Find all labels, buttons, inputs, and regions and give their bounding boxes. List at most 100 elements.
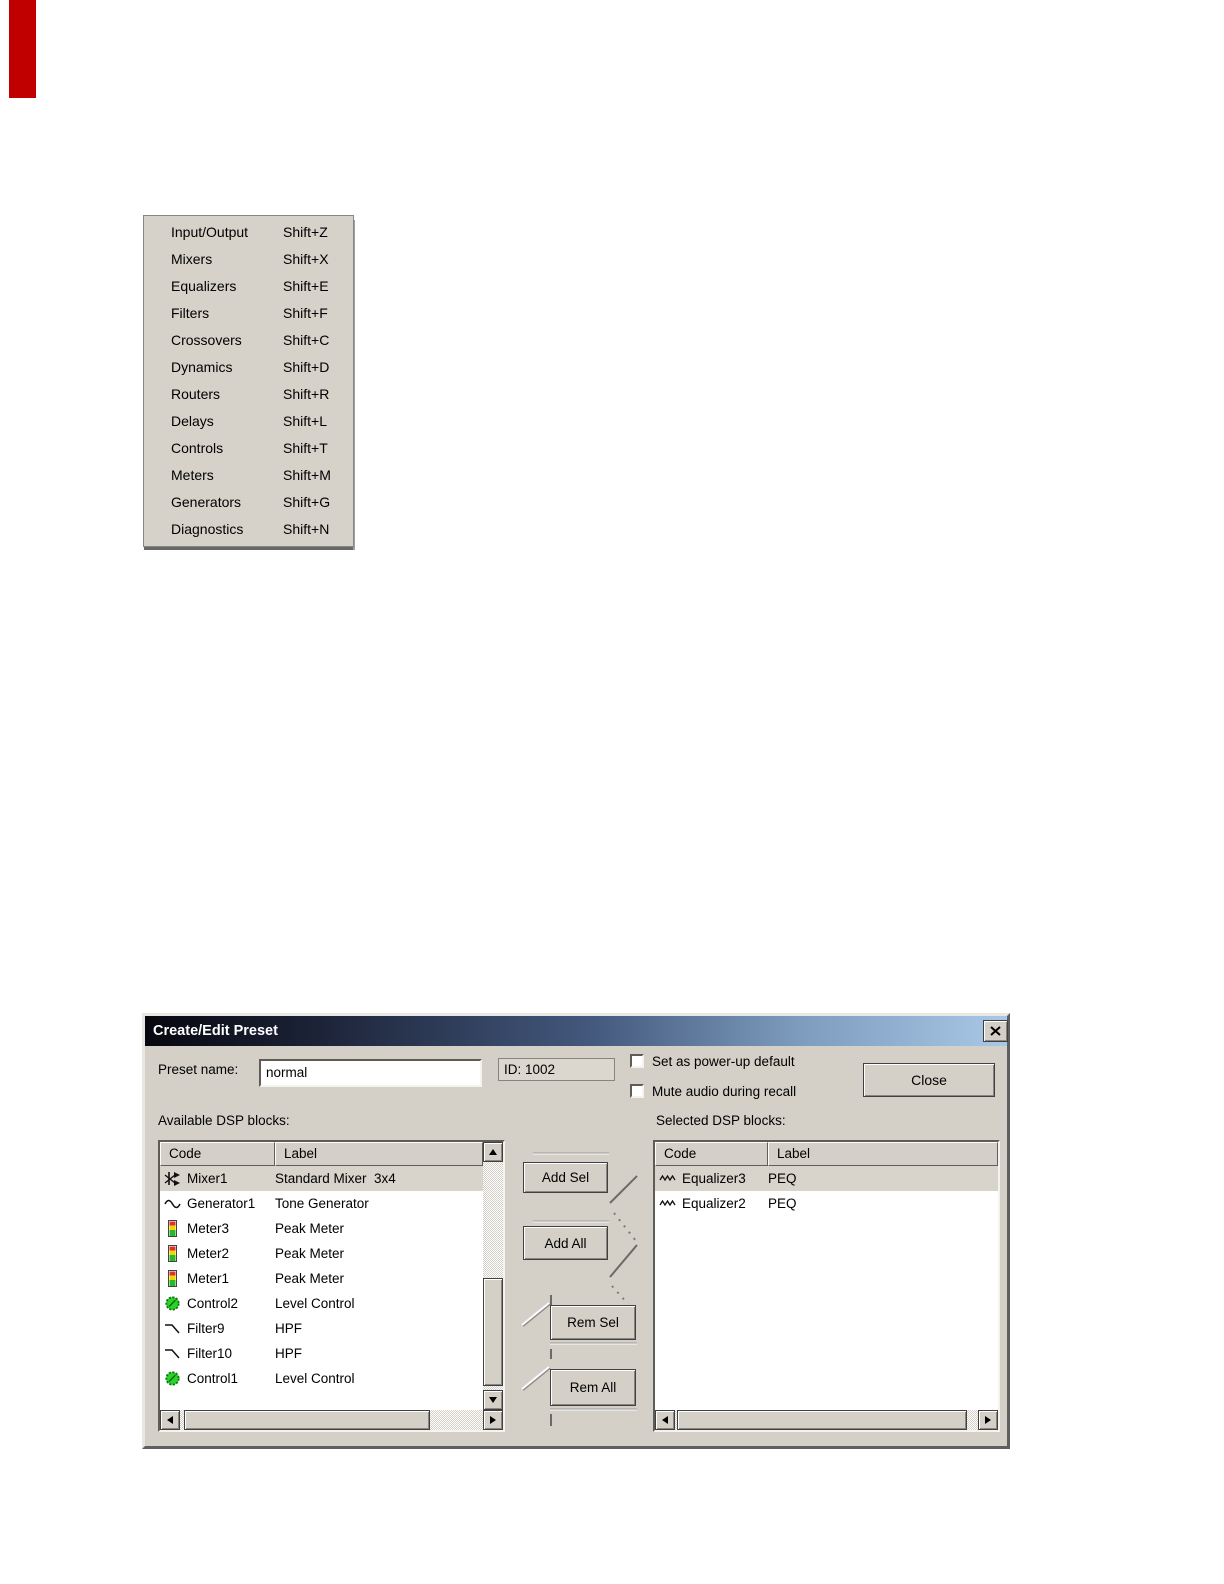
power-up-default-label: Set as power-up default [652, 1053, 795, 1069]
filter-icon [164, 1320, 181, 1337]
add-all-button[interactable]: Add All [523, 1226, 608, 1260]
row-label: HPF [275, 1321, 302, 1336]
meter-icon [164, 1270, 181, 1287]
rem-all-button[interactable]: Rem All [550, 1369, 636, 1406]
menu-item-input-output[interactable]: Input/Output Shift+Z [144, 219, 353, 246]
list-row-generator1[interactable]: Generator1 Tone Generator [160, 1191, 483, 1216]
triangle-right-icon [985, 1416, 991, 1424]
row-label: Peak Meter [275, 1246, 345, 1261]
list-row-control2[interactable]: Control2 Level Control [160, 1291, 483, 1316]
selected-hscroll-thumb[interactable] [677, 1410, 967, 1430]
menu-item-mixers[interactable]: Mixers Shift+X [144, 246, 353, 273]
menu-item-filters[interactable]: Filters Shift+F [144, 300, 353, 327]
menu-item-equalizers[interactable]: Equalizers Shift+E [144, 273, 353, 300]
scroll-right-button[interactable] [978, 1410, 998, 1430]
row-code: Mixer1 [187, 1171, 228, 1186]
create-edit-preset-dialog: Create/Edit Preset Preset name: normal I… [142, 1013, 1010, 1449]
menu-item-shortcut: Shift+L [283, 413, 327, 429]
list-row-equalizer3[interactable]: Equalizer3 PEQ [655, 1166, 998, 1191]
meter-icon [164, 1245, 181, 1262]
available-label-header[interactable]: Label [275, 1142, 483, 1166]
menu-item-label: Dynamics [171, 359, 233, 375]
menu-item-shortcut: Shift+M [283, 467, 331, 483]
menu-item-shortcut: Shift+C [283, 332, 330, 348]
menu-item-shortcut: Shift+N [283, 521, 330, 537]
available-code-header[interactable]: Code [160, 1142, 275, 1166]
add-sel-button[interactable]: Add Sel [523, 1162, 608, 1193]
menu-item-label: Generators [171, 494, 242, 510]
scroll-left-button[interactable] [655, 1410, 675, 1430]
menu-item-shortcut: Shift+G [283, 494, 331, 510]
selected-label-header[interactable]: Label [768, 1142, 998, 1166]
triangle-down-icon [489, 1397, 497, 1403]
row-code: Control1 [187, 1371, 239, 1386]
row-code: Meter3 [187, 1221, 230, 1236]
row-label: Level Control [275, 1371, 355, 1386]
power-up-default-option: Set as power-up default [630, 1053, 795, 1069]
list-row-mixer1[interactable]: Mixer1 Standard Mixer 3x4 [160, 1166, 483, 1191]
dialog-titlebar[interactable]: Create/Edit Preset [145, 1016, 1008, 1046]
menu-item-delays[interactable]: Delays Shift+L [144, 408, 353, 435]
mixer-icon [164, 1170, 181, 1187]
preset-id-field: ID: 1002 [498, 1058, 615, 1081]
menu-item-label: Delays [171, 413, 214, 429]
row-label: Peak Meter [275, 1221, 345, 1236]
menu-item-generators[interactable]: Generators Shift+G [144, 489, 353, 516]
preset-name-input[interactable]: normal [259, 1059, 482, 1087]
rem-sel-button[interactable]: Rem Sel [550, 1305, 636, 1340]
menu-item-label: Meters [171, 467, 214, 483]
list-row-meter3[interactable]: Meter3 Peak Meter [160, 1216, 483, 1241]
row-label: Peak Meter [275, 1271, 345, 1286]
selected-dsp-list: Code Label Equalizer3 PEQ Equalizer2 PEQ [653, 1140, 1000, 1432]
preset-name-label: Preset name: [158, 1062, 239, 1077]
scroll-right-button[interactable] [483, 1410, 503, 1430]
row-code: Equalizer2 [682, 1196, 746, 1211]
list-row-meter1[interactable]: Meter1 Peak Meter [160, 1266, 483, 1291]
close-button[interactable]: Close [863, 1063, 995, 1097]
filter-icon [164, 1345, 181, 1362]
available-vscroll-thumb[interactable] [483, 1278, 503, 1386]
mute-audio-label: Mute audio during recall [652, 1083, 797, 1099]
list-row-control1[interactable]: Control1 Level Control [160, 1366, 483, 1391]
selected-code-header[interactable]: Code [655, 1142, 768, 1166]
menu-item-dynamics[interactable]: Dynamics Shift+D [144, 354, 353, 381]
list-row-meter2[interactable]: Meter2 Peak Meter [160, 1241, 483, 1266]
menu-item-crossovers[interactable]: Crossovers Shift+C [144, 327, 353, 354]
close-icon[interactable] [983, 1020, 1008, 1042]
menu-item-meters[interactable]: Meters Shift+M [144, 462, 353, 489]
red-page-marker [9, 0, 36, 98]
list-row-filter10[interactable]: Filter10 HPF [160, 1341, 483, 1366]
menu-item-label: Controls [171, 440, 224, 456]
menu-item-shortcut: Shift+T [283, 440, 328, 456]
menu-item-shortcut: Shift+E [283, 278, 329, 294]
mute-audio-checkbox[interactable] [630, 1084, 644, 1098]
triangle-left-icon [167, 1416, 173, 1424]
menu-item-label: Equalizers [171, 278, 237, 294]
dsp-blocks-context-menu: Input/Output Shift+Z Mixers Shift+X Equalize… [143, 215, 354, 547]
menu-item-label: Crossovers [171, 332, 242, 348]
menu-item-label: Filters [171, 305, 210, 321]
list-row-equalizer2[interactable]: Equalizer2 PEQ [655, 1191, 998, 1216]
available-hscroll-thumb[interactable] [184, 1410, 430, 1430]
selected-dsp-label: Selected DSP blocks: [656, 1113, 786, 1128]
scroll-down-button[interactable] [483, 1390, 503, 1410]
menu-item-label: Routers [171, 386, 221, 402]
document-page: Input/Output Shift+Z Mixers Shift+X Equalize… [0, 0, 1224, 1584]
meter-icon [164, 1220, 181, 1237]
x-glyph [990, 1026, 1001, 1036]
menu-item-shortcut: Shift+R [283, 386, 330, 402]
scroll-left-button[interactable] [160, 1410, 180, 1430]
mute-audio-option: Mute audio during recall [630, 1083, 796, 1099]
row-code: Equalizer3 [682, 1171, 746, 1186]
menu-item-label: Diagnostics [171, 521, 244, 537]
menu-item-controls[interactable]: Controls Shift+T [144, 435, 353, 462]
row-label: HPF [275, 1346, 302, 1361]
row-code: Meter1 [187, 1271, 230, 1286]
menu-item-routers[interactable]: Routers Shift+R [144, 381, 353, 408]
triangle-right-icon [490, 1416, 496, 1424]
menu-item-diagnostics[interactable]: Diagnostics Shift+N [144, 516, 353, 543]
list-row-filter9[interactable]: Filter9 HPF [160, 1316, 483, 1341]
scroll-up-button[interactable] [483, 1142, 503, 1162]
row-code: Filter9 [187, 1321, 225, 1336]
power-up-default-checkbox[interactable] [630, 1054, 644, 1068]
